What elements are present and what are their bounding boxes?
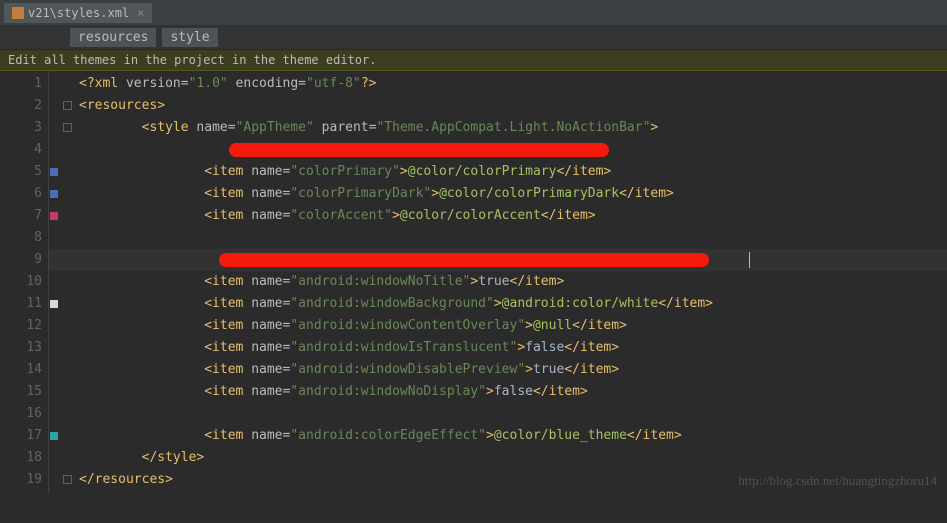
code-line[interactable]: <item name="colorAccent">@color/colorAcc… (49, 205, 947, 227)
code-editor[interactable]: 12345678910111213141516171819 <?xml vers… (0, 71, 947, 493)
code-line[interactable] (49, 139, 947, 161)
text-cursor (749, 252, 750, 268)
code-line[interactable]: <item name="android:windowNoDisplay">fal… (49, 381, 947, 403)
code-line[interactable]: <item name="colorPrimary">@color/colorPr… (49, 161, 947, 183)
theme-editor-hint[interactable]: Edit all themes in the project in the th… (0, 50, 947, 71)
breadcrumbs: resources style (0, 26, 947, 50)
line-number: 1 (2, 73, 42, 95)
line-number: 14 (2, 359, 42, 381)
redaction-mark (219, 253, 709, 267)
code-line[interactable]: <item name="android:windowNoTitle">true<… (49, 271, 947, 293)
code-area[interactable]: <?xml version="1.0" encoding="utf-8"?> <… (48, 71, 947, 493)
line-number: 16 (2, 403, 42, 425)
line-number: 11 (2, 293, 42, 315)
code-line[interactable]: <style name="AppTheme" parent="Theme.App… (49, 117, 947, 139)
line-number: 7 (2, 205, 42, 227)
line-number: 2 (2, 95, 42, 117)
close-icon[interactable]: × (137, 6, 144, 20)
code-line[interactable]: <item name="android:windowIsTranslucent"… (49, 337, 947, 359)
watermark: http://blog.csdn.net/huangtingzhoru14 (738, 473, 937, 489)
file-tab[interactable]: v21\styles.xml × (4, 3, 152, 23)
line-number: 6 (2, 183, 42, 205)
line-number: 18 (2, 447, 42, 469)
line-number: 10 (2, 271, 42, 293)
code-line[interactable]: </style> (49, 447, 947, 469)
xml-file-icon (12, 7, 24, 19)
line-number: 9 (2, 249, 42, 271)
line-number: 12 (2, 315, 42, 337)
fold-icon[interactable] (63, 475, 72, 484)
line-number: 19 (2, 469, 42, 491)
gutter: 12345678910111213141516171819 (0, 71, 48, 493)
line-number: 17 (2, 425, 42, 447)
line-number: 13 (2, 337, 42, 359)
code-line-current[interactable] (49, 249, 947, 271)
line-number: 5 (2, 161, 42, 183)
breadcrumb-item[interactable]: resources (70, 28, 156, 47)
breadcrumb-item[interactable]: style (162, 28, 217, 47)
code-line[interactable] (49, 227, 947, 249)
code-line[interactable]: <item name="android:colorEdgeEffect">@co… (49, 425, 947, 447)
code-line[interactable]: <item name="colorPrimaryDark">@color/col… (49, 183, 947, 205)
code-line[interactable]: <resources> (49, 95, 947, 117)
tabs-bar: v21\styles.xml × (0, 0, 947, 26)
code-line[interactable]: <item name="android:windowContentOverlay… (49, 315, 947, 337)
line-number: 8 (2, 227, 42, 249)
redaction-mark (229, 143, 609, 157)
fold-icon[interactable] (63, 101, 72, 110)
line-number: 4 (2, 139, 42, 161)
line-number: 3 (2, 117, 42, 139)
code-line[interactable]: <?xml version="1.0" encoding="utf-8"?> (49, 73, 947, 95)
tab-label: v21\styles.xml (28, 6, 129, 20)
line-number: 15 (2, 381, 42, 403)
code-line[interactable] (49, 403, 947, 425)
fold-icon[interactable] (63, 123, 72, 132)
code-line[interactable]: <item name="android:windowBackground">@a… (49, 293, 947, 315)
code-line[interactable]: <item name="android:windowDisablePreview… (49, 359, 947, 381)
